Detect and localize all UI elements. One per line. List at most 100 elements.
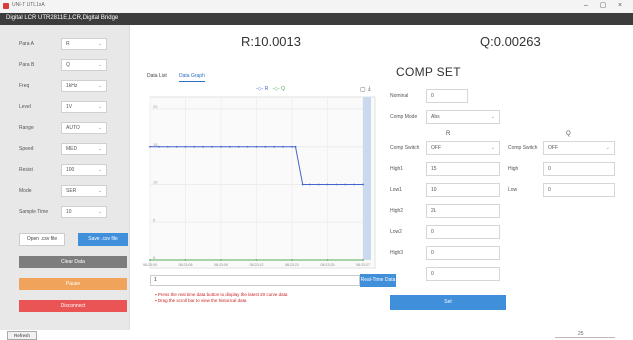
data-point-R (273, 145, 276, 148)
comp-field[interactable]: 0 (543, 183, 615, 197)
comp-field-value: 10 (431, 187, 437, 193)
data-point-R (202, 145, 205, 148)
comp-field-label: High2 (390, 208, 404, 214)
chevron-down-icon: ⌄ (97, 62, 102, 68)
q-column-header: Q (566, 131, 571, 137)
window-titlebar (0, 0, 633, 13)
data-point-R (211, 145, 214, 148)
param-label: Mode (19, 188, 32, 194)
x-tick-label: 08:23:25 (321, 263, 335, 267)
comp-field[interactable]: 0 (426, 225, 500, 239)
data-point-Q (220, 259, 222, 261)
comp-field-label: High3 (390, 250, 404, 256)
q-reading: Q:0.00263 (480, 34, 541, 49)
plot-area (149, 96, 376, 269)
comp-field-label: Low (508, 187, 518, 193)
data-point-R (184, 145, 187, 148)
chevron-down-icon: ⌄ (605, 145, 610, 151)
data-point-R (326, 183, 329, 186)
data-graph-chart: 2015105008:23:00 08:23:06 08:23:09 08:23:12… (143, 96, 376, 269)
real-time-data-button[interactable]: Real-Time Data (360, 274, 396, 287)
chevron-down-icon: ⌄ (490, 145, 495, 151)
comp-field[interactable]: 0 (426, 267, 500, 281)
comp-field-value: 0 (431, 271, 434, 277)
data-point-R (220, 145, 222, 148)
y-tick-label: 15 (153, 142, 158, 147)
zoom-value: 25 (578, 331, 584, 337)
comp-field-value: 0 (548, 187, 551, 193)
save-csv-button[interactable]: Save .csv file (78, 233, 128, 246)
param-value: MED (66, 146, 78, 152)
nominal-label: Nominal (390, 93, 409, 99)
param-select[interactable]: MED ⌄ (61, 143, 107, 155)
comp-field[interactable]: 2L (426, 204, 500, 218)
comp-mode-select[interactable]: Abs ⌄ (426, 110, 500, 124)
param-select[interactable]: Q ⌄ (61, 59, 107, 71)
data-point-R (157, 145, 160, 148)
param-value: 100 (66, 167, 75, 173)
data-point-R (301, 183, 304, 186)
data-point-Q (184, 259, 187, 261)
comp-switch-select[interactable]: OFF ⌄ (543, 141, 615, 155)
x-tick-label: 08:23:27 (356, 263, 370, 267)
comp-field[interactable]: 0 (426, 246, 500, 260)
data-point-Q (326, 259, 329, 261)
clear-data-button[interactable]: Clear Data (19, 256, 127, 268)
nominal-field[interactable]: 0 (426, 89, 468, 103)
param-label: Resist (19, 167, 33, 173)
pause-button[interactable]: Pause (19, 278, 127, 290)
data-point-Q (291, 259, 293, 261)
param-select[interactable]: 10 ⌄ (61, 206, 107, 218)
data-point-R (255, 145, 258, 148)
comp-field[interactable]: 0 (543, 162, 615, 176)
comp-field[interactable]: 15 (426, 162, 500, 176)
zoom-slider[interactable] (555, 337, 615, 338)
data-point-R (335, 183, 338, 186)
data-point-R (237, 145, 240, 148)
param-select[interactable]: AUTO ⌄ (61, 122, 107, 134)
close-button[interactable]: × (614, 1, 626, 11)
comp-field-value: OFF (548, 145, 558, 151)
data-point-R (228, 145, 231, 148)
param-select[interactable]: 100 ⌄ (61, 164, 107, 176)
open-csv-button[interactable]: Open .csv file (19, 233, 65, 246)
comp-field-label: Comp Switch (390, 145, 420, 151)
comp-field-label: High1 (390, 166, 404, 172)
param-value: Q (66, 62, 70, 68)
page-field[interactable]: 1 (150, 275, 360, 286)
hint-note-1: ▪ Press the real time data button to dis… (155, 292, 288, 297)
y-tick-label: 20 (153, 104, 158, 109)
param-value: AUTO (66, 125, 80, 131)
hint-text-1: Press the real time data button to displ… (157, 292, 288, 297)
comp-field-value: 15 (431, 166, 437, 172)
param-select[interactable]: 1V ⌄ (61, 101, 107, 113)
window-title: UNI-T UTL1xA (12, 2, 45, 8)
comp-field[interactable]: 10 (426, 183, 500, 197)
hint-note-2: ▪ Drag the scroll bar to view the histor… (155, 298, 247, 303)
param-select[interactable]: SER ⌄ (61, 185, 107, 197)
param-label: Range (19, 125, 34, 131)
set-button[interactable]: Set (390, 295, 506, 310)
chevron-down-icon: ⌄ (97, 83, 102, 89)
header-title: Digital LCR UTR2811E,LCR,Digital Bridge (6, 15, 119, 21)
r-reading: R:10.0013 (241, 34, 301, 49)
disconnect-button[interactable]: Disconnect (19, 300, 127, 312)
x-tick-label: 08:23:06 (179, 263, 193, 267)
data-point-R (294, 145, 297, 148)
comp-field-value: 0 (431, 229, 434, 235)
comp-field-value: 0 (548, 166, 551, 172)
data-point-R (166, 145, 169, 148)
comp-field-value: OFF (431, 145, 441, 151)
x-tick-label: 08:23:12 (250, 263, 264, 267)
chevron-down-icon: ⌄ (97, 167, 102, 173)
comp-field-label: Low2 (390, 229, 402, 235)
param-select[interactable]: R ⌄ (61, 38, 107, 50)
comp-switch-select[interactable]: OFF ⌄ (426, 141, 500, 155)
chevron-down-icon: ⌄ (97, 146, 102, 152)
comp-field-value: 2L (431, 208, 437, 214)
minimize-button[interactable]: – (580, 1, 592, 11)
maximize-button[interactable]: ▢ (597, 1, 609, 11)
data-point-R (308, 183, 311, 186)
param-select[interactable]: 1kHz ⌄ (61, 80, 107, 92)
chevron-down-icon: ⌄ (97, 104, 102, 110)
